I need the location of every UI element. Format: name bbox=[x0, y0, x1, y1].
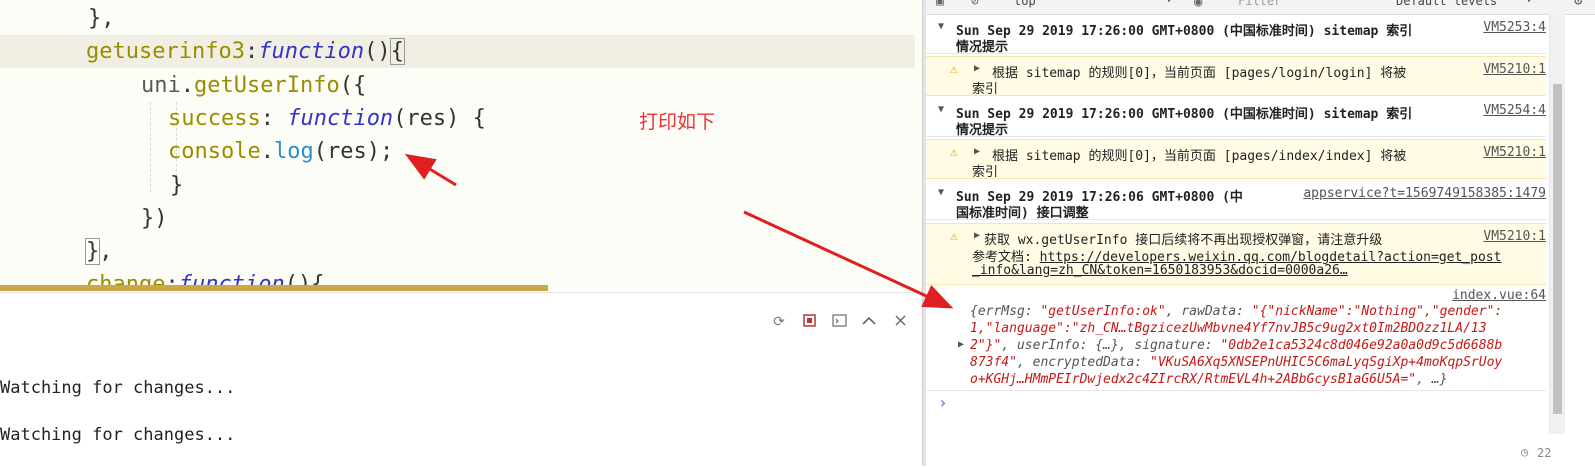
stop-icon[interactable] bbox=[801, 314, 817, 330]
restart-icon[interactable]: ⟳ bbox=[771, 314, 787, 330]
code-line-5: console.log(res); bbox=[168, 139, 394, 164]
close-icon[interactable] bbox=[892, 314, 908, 330]
code-line-4: success: function(res) { bbox=[168, 106, 486, 131]
source-link[interactable]: VM5254:4 bbox=[1483, 103, 1546, 118]
console-warning[interactable]: ⚠ ▶ 获取 wx.getUserInfo 接口后续将不再出现授权弹窗，请注意升… bbox=[926, 223, 1546, 285]
source-link[interactable]: VM5253:4 bbox=[1483, 20, 1546, 35]
code-line-7: }) bbox=[141, 206, 168, 231]
chevron-up-icon[interactable] bbox=[861, 314, 877, 330]
scrollbar-thumb[interactable] bbox=[1553, 84, 1562, 414]
expand-triangle-icon[interactable]: ▼ bbox=[938, 21, 944, 32]
annotation-label: 打印如下 bbox=[639, 111, 716, 133]
terminal-output-line: Watching for changes... bbox=[0, 378, 236, 398]
vertical-scrollbar[interactable] bbox=[1549, 14, 1565, 434]
terminal-panel: ⟳ Watching for changes... Watching for c… bbox=[0, 292, 922, 467]
code-editor[interactable]: }, getuserinfo3:function(){ uni.getUserI… bbox=[0, 0, 922, 291]
clock-icon: ◷ bbox=[1521, 445, 1529, 459]
expand-triangle-icon[interactable]: ▼ bbox=[938, 187, 944, 198]
horizontal-scrollbar[interactable] bbox=[0, 285, 548, 291]
console-log-object[interactable]: index.vue:64 {errMsg: "getUserInfo:ok", … bbox=[926, 286, 1546, 391]
doc-link-continued[interactable]: _info&lang=zh_CN&token=1650183953&docid=… bbox=[972, 263, 1348, 278]
warning-icon: ⚠ bbox=[950, 145, 958, 160]
expand-triangle-icon[interactable]: ▼ bbox=[938, 104, 944, 115]
footer-count: 22 bbox=[1537, 446, 1552, 460]
devtools-console: ▣ ⊘ top ▼ ◉ Filter Default levels ▼ ⚙ ▼ … bbox=[926, 0, 1595, 466]
source-link[interactable]: VM5210:1 bbox=[1483, 62, 1546, 77]
code-line-3: uni.getUserInfo({ bbox=[141, 73, 367, 98]
source-link[interactable]: VM5210:1 bbox=[1483, 229, 1546, 244]
code-line-8: }, bbox=[84, 238, 113, 265]
terminal-icon[interactable] bbox=[831, 314, 847, 330]
chevron-down-icon[interactable]: ▼ bbox=[1526, 0, 1532, 5]
source-link[interactable]: VM5210:1 bbox=[1483, 145, 1546, 160]
expand-triangle-icon[interactable]: ▶ bbox=[974, 63, 980, 74]
console-toolbar: ▣ ⊘ top ▼ ◉ Filter Default levels ▼ ⚙ bbox=[926, 0, 1595, 15]
console-warning[interactable]: ⚠ ▶ 根据 sitemap 的规则[0]，当前页面 [pages/index/… bbox=[926, 139, 1546, 180]
code-line-6: } bbox=[170, 173, 184, 198]
levels-select[interactable]: Default levels bbox=[1396, 0, 1497, 8]
context-select[interactable]: top bbox=[1014, 0, 1036, 8]
console-message-group[interactable]: ▼ Sun Sep 29 2019 17:26:06 GMT+0800 (中 国… bbox=[926, 183, 1546, 221]
chevron-down-icon[interactable]: ▼ bbox=[1166, 0, 1172, 5]
console-message-group[interactable]: ▼ Sun Sep 29 2019 17:26:00 GMT+0800 (中国标… bbox=[926, 100, 1546, 138]
warning-icon: ⚠ bbox=[950, 62, 958, 77]
sidebar-toggle-icon[interactable]: ▣ bbox=[936, 0, 944, 9]
source-link[interactable]: index.vue:64 bbox=[1452, 288, 1546, 303]
expand-triangle-icon[interactable]: ▶ bbox=[958, 339, 964, 350]
indent-guide bbox=[150, 102, 152, 192]
gear-icon[interactable]: ⚙ bbox=[1574, 0, 1582, 9]
console-prompt[interactable]: › bbox=[938, 393, 948, 412]
clear-console-icon[interactable]: ⊘ bbox=[971, 0, 979, 9]
expand-triangle-icon[interactable]: ▶ bbox=[974, 146, 980, 157]
terminal-output-line: Watching for changes... bbox=[0, 425, 236, 445]
console-warning[interactable]: ⚠ ▶ 根据 sitemap 的规则[0]，当前页面 [pages/login/… bbox=[926, 56, 1546, 97]
console-message-group[interactable]: ▼ Sun Sep 29 2019 17:26:00 GMT+0800 (中国标… bbox=[926, 17, 1546, 55]
code-line-1: }, bbox=[88, 6, 115, 31]
filter-input[interactable]: Filter bbox=[1238, 0, 1281, 8]
warning-icon: ⚠ bbox=[950, 229, 958, 244]
eye-icon[interactable]: ◉ bbox=[1194, 0, 1202, 10]
expand-triangle-icon[interactable]: ▶ bbox=[974, 230, 980, 241]
source-link[interactable]: appservice?t=1569749158385:1479 bbox=[1303, 186, 1546, 201]
code-line-2: getuserinfo3:function(){ bbox=[86, 38, 405, 65]
